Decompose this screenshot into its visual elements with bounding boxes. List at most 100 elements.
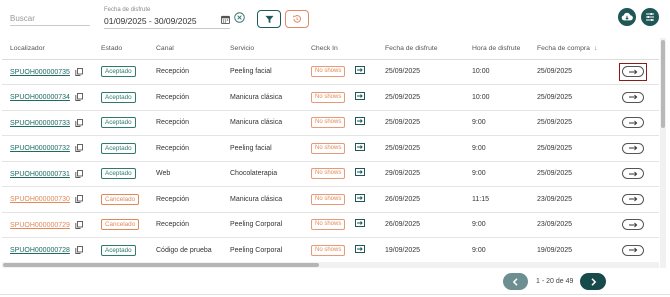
copy-icon[interactable] bbox=[75, 118, 83, 127]
checkin-action-icon[interactable] bbox=[355, 142, 366, 151]
localizador-link[interactable]: SPUOH000000735 bbox=[10, 69, 70, 76]
cell-estado: Cancelado bbox=[93, 186, 148, 213]
arrow-right-icon bbox=[629, 120, 638, 126]
header-checkin[interactable]: Check In bbox=[303, 38, 377, 60]
cell-action bbox=[612, 110, 659, 136]
status-badge: Cancelado bbox=[101, 193, 140, 205]
header-servicio[interactable]: Servicio bbox=[222, 38, 303, 60]
header-localizador[interactable]: Localizador bbox=[2, 38, 93, 60]
cloud-download-button[interactable] bbox=[618, 8, 636, 26]
cell-estado: Aceptado bbox=[93, 84, 148, 111]
previous-page-button[interactable] bbox=[503, 273, 528, 290]
action-wrap bbox=[619, 139, 647, 157]
cell-action bbox=[612, 186, 659, 213]
date-range-value[interactable]: 01/09/2025 - 30/09/2025 bbox=[104, 16, 197, 26]
arrow-right-icon bbox=[629, 171, 638, 177]
vertical-scroll-thumb[interactable] bbox=[661, 40, 665, 128]
cell-servicio: Peeling facial bbox=[222, 135, 303, 162]
next-page-button[interactable] bbox=[580, 273, 606, 290]
open-reservation-button[interactable] bbox=[622, 66, 644, 78]
header-fecha-disfrute[interactable]: Fecha de disfrute bbox=[377, 38, 464, 60]
cell-canal: Recepción bbox=[148, 186, 222, 213]
checkin-action-icon[interactable] bbox=[355, 91, 366, 100]
cell-servicio: Peeling facial bbox=[222, 59, 303, 85]
search-input[interactable] bbox=[10, 12, 90, 26]
copy-icon[interactable] bbox=[75, 246, 83, 255]
localizador-link[interactable]: SPUOH000000732 bbox=[10, 145, 70, 152]
filter-button[interactable] bbox=[257, 10, 281, 28]
cell-fecha-disfrute: 25/09/2025 bbox=[377, 110, 464, 136]
cell-estado: Aceptado bbox=[93, 59, 148, 85]
date-range-field[interactable]: Fecha de disfrute 01/09/2025 - 30/09/202… bbox=[104, 7, 230, 29]
copy-icon[interactable] bbox=[75, 93, 83, 102]
cell-hora-disfrute: 9:00 bbox=[464, 212, 529, 238]
header-hora-disfrute[interactable]: Hora de disfrute bbox=[464, 38, 529, 60]
checkin-action-icon[interactable] bbox=[355, 244, 366, 253]
header-estado[interactable]: Estado bbox=[93, 38, 148, 60]
localizador-link[interactable]: SPUOH000000731 bbox=[10, 171, 70, 178]
action-wrap bbox=[619, 190, 647, 208]
open-reservation-button[interactable] bbox=[622, 142, 644, 154]
column-settings-button[interactable] bbox=[641, 8, 659, 26]
cell-fecha-compra: 25/09/2025 bbox=[529, 110, 612, 136]
header-canal[interactable]: Canal bbox=[148, 38, 222, 60]
open-reservation-button[interactable] bbox=[622, 168, 644, 180]
filter-icon bbox=[264, 15, 274, 23]
copy-icon[interactable] bbox=[75, 67, 83, 76]
clear-date-icon[interactable] bbox=[234, 12, 245, 23]
cell-fecha-compra: 23/09/2025 bbox=[529, 212, 612, 238]
header-fecha-compra[interactable]: Fecha de compra ↓ bbox=[529, 38, 612, 60]
cell-servicio: Manicura clásica bbox=[222, 186, 303, 213]
localizador-link[interactable]: SPUOH000000733 bbox=[10, 120, 70, 127]
open-reservation-button[interactable] bbox=[622, 219, 644, 231]
cell-checkin: No shows bbox=[303, 161, 377, 187]
arrow-right-icon bbox=[629, 196, 638, 202]
localizador-link[interactable]: SPUOH000000729 bbox=[10, 222, 70, 229]
action-wrap bbox=[619, 216, 647, 234]
localizador-link[interactable]: SPUOH000000730 bbox=[10, 196, 70, 203]
checkin-badge: No shows bbox=[311, 66, 346, 78]
checkin-badge: No shows bbox=[311, 219, 346, 231]
highlighted-action bbox=[619, 62, 647, 81]
copy-icon[interactable] bbox=[75, 220, 83, 229]
sort-arrow-icon[interactable]: ↓ bbox=[594, 45, 598, 52]
copy-icon[interactable] bbox=[75, 169, 83, 178]
cell-hora-disfrute: 10:00 bbox=[464, 59, 529, 85]
cell-localizador: SPUOH000000729 bbox=[2, 212, 93, 238]
chevron-left-icon bbox=[512, 277, 518, 286]
action-wrap bbox=[619, 88, 647, 106]
calendar-icon[interactable] bbox=[221, 15, 230, 24]
table-row: SPUOH000000729 Cancelado Recepción Peeling … bbox=[2, 212, 659, 238]
horizontal-scroll-thumb[interactable] bbox=[3, 263, 319, 267]
checkin-action-icon[interactable] bbox=[355, 219, 366, 228]
history-reset-icon bbox=[293, 15, 302, 23]
status-badge: Aceptado bbox=[101, 142, 136, 154]
open-reservation-button[interactable] bbox=[622, 91, 644, 103]
checkin-action-icon[interactable] bbox=[355, 168, 366, 177]
localizador-link[interactable]: SPUOH000000734 bbox=[10, 94, 70, 101]
copy-icon[interactable] bbox=[75, 144, 83, 153]
cell-servicio: Peeling Corporal bbox=[222, 212, 303, 238]
reset-filters-button[interactable] bbox=[285, 10, 309, 28]
copy-icon[interactable] bbox=[75, 195, 83, 204]
table-row: SPUOH000000728 Aceptado Código de prueba Pe… bbox=[2, 237, 659, 264]
cell-fecha-disfrute: 26/09/2025 bbox=[377, 212, 464, 238]
checkin-action-icon[interactable] bbox=[355, 66, 366, 75]
cell-checkin: No shows bbox=[303, 186, 377, 213]
open-reservation-button[interactable] bbox=[622, 193, 644, 205]
checkin-badge: No shows bbox=[311, 91, 346, 103]
open-reservation-button[interactable] bbox=[622, 244, 644, 256]
chevron-right-icon bbox=[590, 277, 596, 286]
cell-servicio: Chocolaterapia bbox=[222, 161, 303, 187]
checkin-action-icon[interactable] bbox=[355, 117, 366, 126]
checkin-action-icon[interactable] bbox=[355, 193, 366, 202]
checkin-badge: No shows bbox=[311, 142, 346, 154]
table-row: SPUOH000000733 Aceptado Recepción Manicura … bbox=[2, 110, 659, 136]
cell-checkin: No shows bbox=[303, 135, 377, 162]
cell-action bbox=[612, 237, 659, 264]
cell-localizador: SPUOH000000731 bbox=[2, 161, 93, 187]
table-row: SPUOH000000730 Cancelado Recepción Manicura… bbox=[2, 186, 659, 213]
localizador-link[interactable]: SPUOH000000728 bbox=[10, 247, 70, 254]
open-reservation-button[interactable] bbox=[622, 117, 644, 129]
cell-hora-disfrute: 11:15 bbox=[464, 186, 529, 213]
